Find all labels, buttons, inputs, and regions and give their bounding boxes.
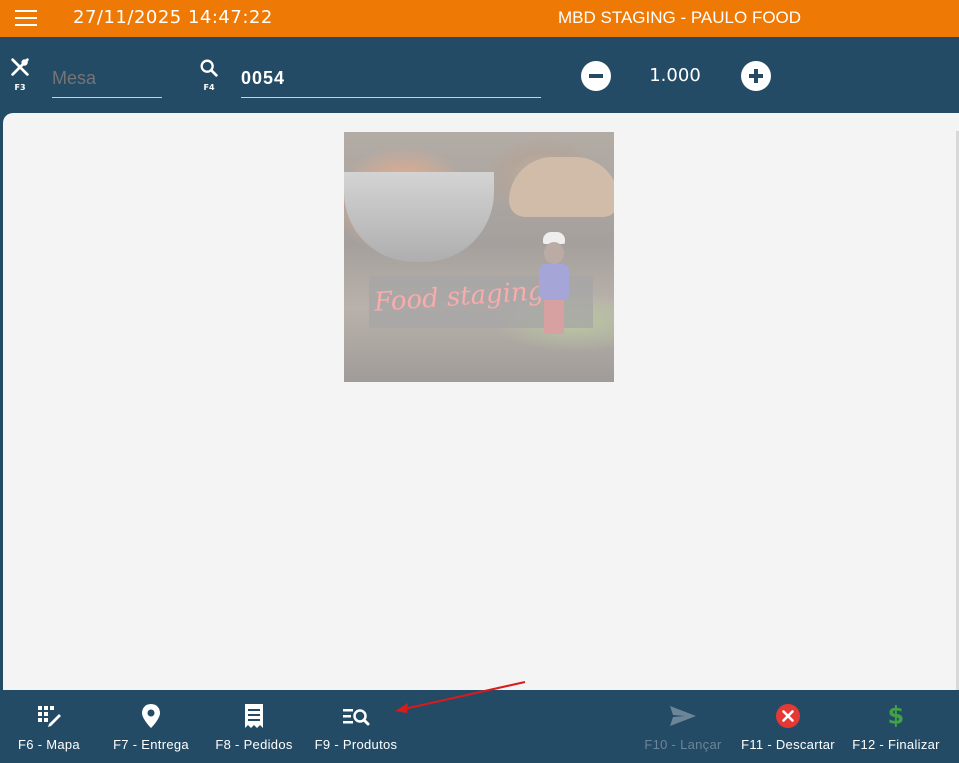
dollar-icon: $ [887, 701, 905, 730]
cutlery-icon [11, 58, 29, 76]
mesa-input[interactable] [52, 60, 162, 98]
chef-mascot-graphic [534, 232, 574, 352]
receipt-icon [245, 703, 263, 728]
input-bar: F3 F4 1.000 [0, 37, 959, 113]
store-logo-image: Food staging [344, 132, 614, 382]
nav-button-descartar[interactable]: F11 - Descartar [737, 690, 839, 763]
location-pin-icon [142, 703, 160, 728]
main-content: Food staging [3, 113, 959, 691]
app-title: MBD STAGING - PAULO FOOD [558, 8, 802, 27]
product-code-shortcut[interactable]: F4 [197, 57, 221, 92]
nav-label-finalizar: F12 - Finalizar [852, 737, 940, 752]
nav-label-entrega: F7 - Entrega [113, 737, 189, 752]
send-icon [670, 705, 696, 726]
plus-circle-icon [749, 69, 763, 83]
nav-button-mapa[interactable]: F6 - Mapa [8, 690, 90, 763]
nav-label-descartar: F11 - Descartar [741, 737, 835, 752]
increment-quantity-button[interactable] [741, 61, 771, 91]
hamburger-menu-icon[interactable] [15, 10, 37, 27]
minus-circle-icon [589, 74, 603, 78]
f4-key-label: F4 [203, 83, 215, 92]
decrement-quantity-button[interactable] [581, 61, 611, 91]
table-map-icon [38, 705, 61, 727]
nav-button-finalizar[interactable]: $ F12 - Finalizar [848, 690, 944, 763]
nav-button-pedidos[interactable]: F8 - Pedidos [208, 690, 300, 763]
bottom-nav-bar: F6 - Mapa F7 - Entrega F8 - Pedidos F9 -… [0, 690, 959, 763]
nav-label-produtos: F9 - Produtos [314, 737, 398, 752]
nav-button-lancar[interactable]: F10 - Lançar [638, 690, 728, 763]
datetime: 27/11/2025 14:47:22 [73, 7, 273, 28]
product-search-icon [343, 708, 370, 726]
nav-label-pedidos: F8 - Pedidos [215, 737, 293, 752]
mesa-shortcut[interactable]: F3 [8, 57, 32, 92]
search-icon [200, 59, 218, 77]
top-bar: 27/11/2025 14:47:22 MBD STAGING - PAULO … [0, 0, 959, 37]
fries-bowl-graphic [344, 172, 494, 262]
nav-label-mapa: F6 - Mapa [18, 737, 80, 752]
nav-button-entrega[interactable]: F7 - Entrega [105, 690, 197, 763]
cancel-circle-icon [776, 703, 800, 728]
burger-graphic [509, 157, 614, 217]
quantity-value: 1.000 [649, 65, 701, 86]
product-code-input[interactable] [241, 60, 541, 98]
nav-label-lancar: F10 - Lançar [644, 737, 722, 752]
f3-key-label: F3 [14, 83, 26, 92]
nav-button-produtos[interactable]: F9 - Produtos [308, 690, 404, 763]
